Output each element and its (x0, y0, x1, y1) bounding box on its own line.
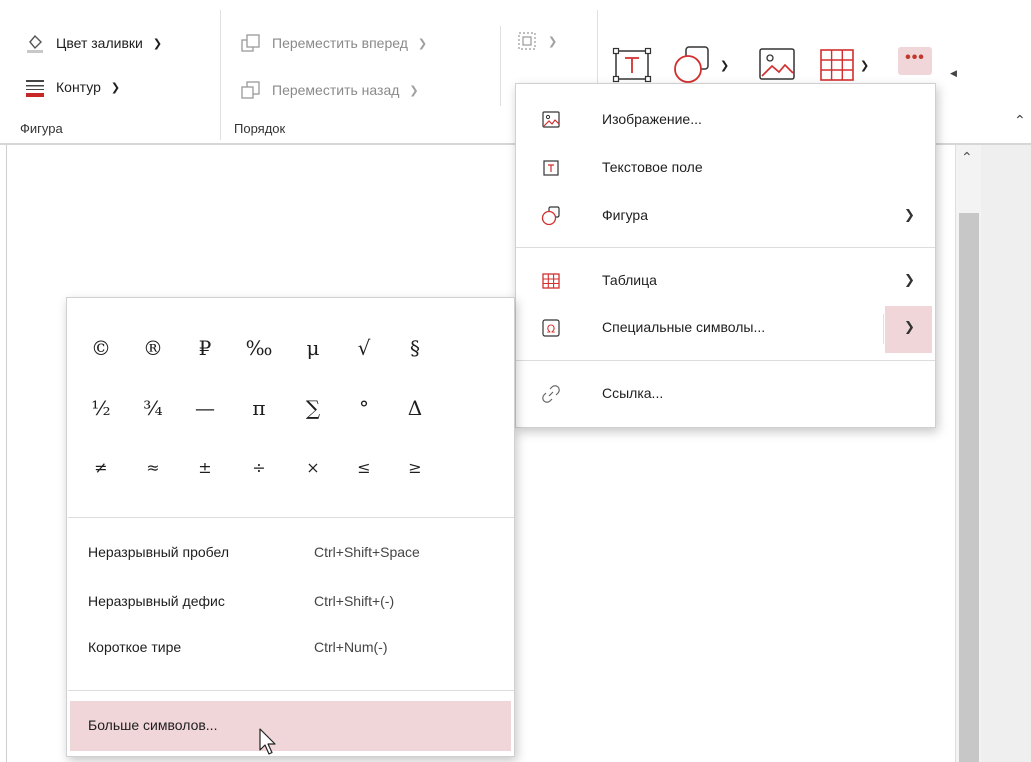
table-icon (820, 49, 854, 81)
chevron-down-icon: ❯ (417, 37, 428, 50)
document-border (6, 145, 7, 762)
symbol-degree[interactable]: ° (344, 390, 384, 426)
symbol-greater-equal[interactable]: ≥ (395, 450, 435, 486)
symbol-plus-minus[interactable]: ± (185, 450, 225, 486)
shortcut-keys-nbsp: Ctrl+Shift+Space (314, 544, 420, 560)
text-box-icon (543, 160, 559, 176)
send-backward-button[interactable]: Переместить назад ❯ (240, 77, 419, 103)
menu-item-special-symbols[interactable]: Ω Специальные символы... ❯ (516, 306, 935, 350)
insert-dropdown-menu: Изображение... Текстовое поле Фигура ❯ Т… (515, 83, 936, 428)
bring-forward-button[interactable]: Переместить вперед ❯ (240, 30, 427, 56)
symbol-sum[interactable]: ∑ (293, 390, 333, 426)
mouse-cursor-icon (259, 728, 276, 755)
text-box-button[interactable] (612, 45, 652, 85)
menu-item-label: Фигура (602, 207, 648, 223)
shortcut-keys-en-dash: Ctrl+Num(-) (314, 639, 388, 655)
text-box-icon (612, 47, 652, 83)
outline-icon (26, 80, 44, 97)
more-button[interactable]: ••• (898, 47, 932, 75)
image-icon (759, 48, 795, 80)
symbol-less-equal[interactable]: ≤ (344, 450, 384, 486)
scroll-left-icon[interactable]: ◀ (950, 68, 957, 79)
image-button[interactable] (757, 45, 797, 85)
shape-button[interactable]: ❯ (672, 45, 729, 85)
shape-group-label: Фигура (20, 121, 63, 136)
bring-forward-label: Переместить вперед (272, 35, 408, 51)
shortcut-keys-nbhyphen: Ctrl+Shift+(-) (314, 593, 395, 609)
menu-separator (516, 247, 935, 248)
more-symbols-button[interactable]: Больше символов... (70, 701, 511, 751)
shape-icon (541, 206, 560, 226)
table-button[interactable]: ❯ (818, 45, 869, 85)
menu-item-table[interactable]: Таблица ❯ (516, 259, 935, 303)
menu-item-label: Специальные символы... (602, 319, 766, 335)
scrollbar-thumb[interactable] (959, 213, 979, 762)
bring-forward-icon (241, 34, 260, 52)
group-divider (500, 26, 501, 106)
menu-item-text-box[interactable]: Текстовое поле (516, 146, 935, 190)
menu-separator (516, 360, 935, 361)
symbol-approx[interactable]: ≈ (133, 450, 173, 486)
symbol-sqrt[interactable]: √ (344, 330, 384, 366)
special-symbols-panel: © ® ₽ ‰ μ √ § ½ ¾ — π ∑ ° Δ ≠ ≈ ± ÷ × ≤ … (66, 297, 515, 757)
symbol-delta[interactable]: Δ (395, 390, 435, 426)
menu-item-shape[interactable]: Фигура ❯ (516, 194, 935, 238)
link-icon (542, 385, 560, 403)
symbol-divide[interactable]: ÷ (239, 450, 279, 486)
shortcut-label-nbsp[interactable]: Неразрывный пробел (88, 544, 229, 560)
panel-separator (68, 517, 514, 518)
side-panel (981, 145, 1031, 762)
symbol-per-mille[interactable]: ‰ (239, 330, 279, 366)
menu-item-image[interactable]: Изображение... (516, 98, 935, 142)
send-backward-icon (241, 81, 260, 99)
symbol-registered[interactable]: ® (133, 330, 173, 366)
more-symbols-label: Больше символов... (88, 717, 218, 733)
symbol-copyright[interactable]: © (81, 330, 121, 366)
symbol-not-equal[interactable]: ≠ (81, 450, 121, 486)
symbol-mu[interactable]: μ (293, 330, 333, 366)
menu-item-link[interactable]: Ссылка... (516, 372, 935, 416)
menu-item-label: Ссылка... (602, 385, 664, 401)
outline-button[interactable]: Контур ❯ (24, 74, 120, 100)
fill-color-button[interactable]: Цвет заливки ❯ (24, 30, 162, 56)
symbol-multiply[interactable]: × (293, 450, 333, 486)
symbol-section[interactable]: § (395, 330, 435, 366)
symbol-one-half[interactable]: ½ (81, 390, 121, 426)
collapse-ribbon-icon[interactable]: ⌃ (1014, 112, 1026, 129)
fill-color-label: Цвет заливки (56, 35, 143, 51)
wrap-button[interactable]: ❯ (516, 28, 557, 54)
table-icon (542, 273, 560, 289)
chevron-down-icon: ❯ (860, 59, 870, 72)
chevron-down-icon: ❯ (152, 37, 163, 50)
menu-item-label: Таблица (602, 272, 657, 288)
chevron-down-icon: ❯ (409, 84, 419, 97)
outline-label: Контур (56, 79, 101, 95)
chevron-right-icon: ❯ (904, 272, 915, 287)
image-icon (542, 111, 560, 128)
send-backward-label: Переместить назад (272, 82, 400, 98)
symbol-em-dash[interactable]: — (185, 390, 225, 426)
shortcut-label-nbhyphen[interactable]: Неразрывный дефис (88, 593, 225, 609)
panel-separator (68, 690, 514, 691)
chevron-down-icon: ❯ (110, 81, 121, 94)
shape-icon (674, 46, 709, 83)
omega-icon: Ω (542, 319, 560, 337)
chevron-right-icon: ❯ (904, 319, 915, 334)
chevron-right-icon: ❯ (904, 207, 915, 222)
svg-text:Ω: Ω (547, 323, 555, 336)
fill-bucket-icon (27, 34, 43, 53)
wrap-icon (518, 32, 536, 50)
order-group-label: Порядок (234, 121, 286, 136)
chevron-down-icon: ❯ (548, 35, 558, 48)
symbol-pi[interactable]: π (239, 390, 279, 426)
symbol-three-quarters[interactable]: ¾ (133, 390, 173, 426)
shortcut-label-en-dash[interactable]: Короткое тире (88, 639, 181, 655)
menu-item-label: Изображение... (602, 111, 702, 127)
scroll-up-icon[interactable]: ⌃ (961, 149, 973, 166)
symbol-ruble[interactable]: ₽ (185, 330, 225, 366)
menu-item-label: Текстовое поле (602, 159, 703, 175)
chevron-down-icon: ❯ (720, 59, 730, 72)
group-divider (220, 10, 221, 140)
vertical-scrollbar[interactable]: ⌃ (955, 145, 981, 762)
